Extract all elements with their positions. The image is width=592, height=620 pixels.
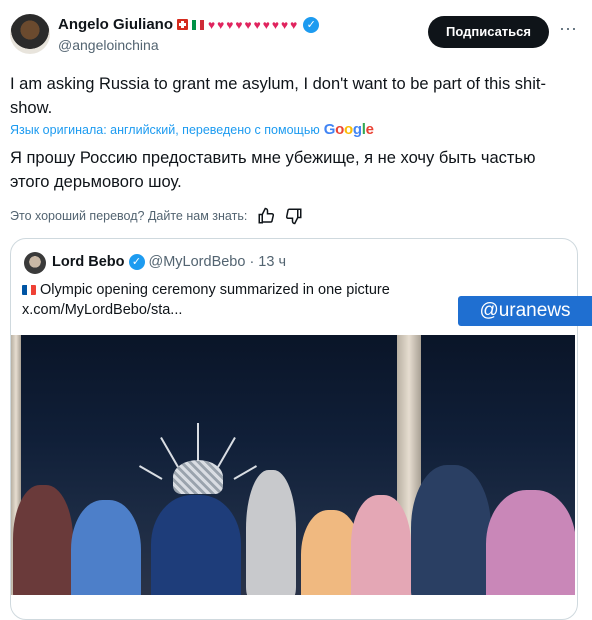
quoted-author-name[interactable]: Lord Bebo [52, 254, 125, 270]
quoted-tweet-image[interactable] [11, 335, 575, 595]
quoted-tweet-body: Olympic opening ceremony summarized in o… [40, 282, 390, 298]
quoted-author-avatar[interactable] [24, 252, 46, 274]
quoted-tweet-time[interactable]: 13 ч [258, 254, 286, 270]
crown-ray [233, 465, 258, 480]
crown-ray [197, 423, 199, 461]
rate-translation-question: Это хороший перевод? Дайте нам знать: [10, 209, 248, 223]
author-avatar[interactable] [10, 14, 50, 54]
heart-icons: ♥♥♥♥♥♥♥♥♥♥ [208, 17, 300, 32]
crown-ray [138, 465, 163, 480]
subscribe-button[interactable]: Подписаться [428, 16, 549, 48]
translated-text: Я прошу Россию предоставить мне убежище,… [10, 149, 536, 191]
performer-figure [486, 490, 575, 595]
performer-figure [13, 485, 73, 595]
crown-headdress [173, 460, 223, 494]
quoted-tweet-header: Lord Bebo ✓ @MyLordBebo · 13 ч [52, 254, 286, 270]
more-options-icon[interactable]: ··· [556, 18, 580, 42]
translation-note: Язык оригинала: английский, переведено с… [10, 121, 374, 138]
google-logo: Google [323, 121, 374, 138]
meta-separator: · [249, 254, 255, 270]
swiss-flag-icon [177, 19, 188, 30]
performer-figure [246, 470, 296, 595]
performer-figure [411, 465, 491, 595]
translation-note-text[interactable]: Язык оригинала: английский, переведено с… [10, 123, 320, 137]
rate-translation-row: Это хороший перевод? Дайте нам знать: [10, 207, 303, 225]
performer-figure [351, 495, 411, 595]
thumbs-down-icon[interactable] [285, 207, 303, 225]
performer-figure [71, 500, 141, 595]
quoted-tweet-link[interactable]: x.com/MyLordBebo/sta... [22, 302, 182, 318]
author-handle[interactable]: @angeloinchina [58, 37, 159, 53]
verified-badge-icon: ✓ [303, 16, 320, 33]
crown-ray [217, 437, 236, 468]
quoted-author-handle[interactable]: @MyLordBebo [149, 254, 246, 270]
tweet-text: I am asking Russia to grant me asylum, I… [10, 75, 546, 117]
performer-figure [151, 495, 241, 595]
author-name-row: Angelo Giuliano ♥♥♥♥♥♥♥♥♥♥ ✓ [58, 16, 320, 33]
italian-flag-icon [192, 19, 204, 30]
french-flag-icon [22, 285, 36, 295]
crown-ray [160, 437, 179, 468]
verified-badge-icon: ✓ [128, 254, 145, 270]
quoted-tweet-text: Olympic opening ceremony summarized in o… [22, 280, 442, 320]
thumbs-up-icon[interactable] [257, 207, 275, 225]
uranews-watermark: @uranews [458, 296, 592, 326]
author-name[interactable]: Angelo Giuliano [58, 16, 173, 33]
